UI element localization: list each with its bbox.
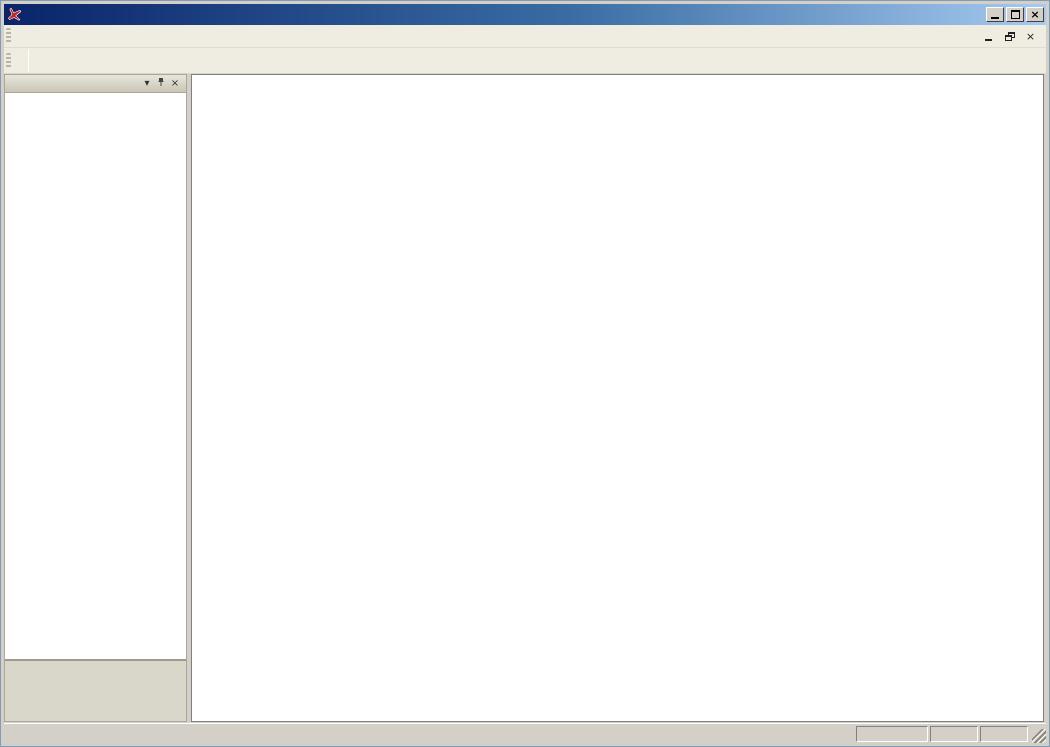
spectrum-chart-area (191, 74, 1044, 722)
toolbar (4, 48, 1046, 74)
resize-grip[interactable] (1032, 729, 1046, 743)
properties-panel-header: ▾ × (5, 75, 186, 93)
app-window: × × ▾ × (0, 0, 1050, 747)
mdi-minimize-button[interactable] (981, 30, 996, 43)
mdi-minimize-icon (985, 39, 992, 41)
close-button[interactable]: × (1026, 7, 1044, 22)
status-bar (4, 723, 1046, 743)
mdi-restore-icon (1005, 32, 1015, 41)
panel-close-button[interactable]: × (168, 78, 182, 89)
toolbar-grip[interactable] (6, 53, 11, 69)
pin-icon (156, 77, 166, 87)
maximize-icon (1011, 10, 1020, 19)
toolbar-overflow-button[interactable] (17, 49, 29, 72)
close-icon: × (1030, 9, 1039, 20)
maximize-button[interactable] (1006, 7, 1024, 22)
property-grid-empty-area (5, 93, 186, 659)
property-description (5, 659, 186, 721)
mdi-restore-button[interactable] (1002, 30, 1017, 43)
status-pane-2 (980, 726, 1028, 742)
mdi-window-buttons: × (981, 30, 1046, 43)
panel-pin-button[interactable] (154, 77, 168, 90)
waterfall-canvas[interactable] (192, 75, 1043, 722)
menubar-grip[interactable] (6, 28, 11, 44)
minimize-button[interactable] (986, 7, 1004, 22)
minimize-icon (991, 17, 999, 19)
status-num-indicator (930, 726, 978, 742)
mdi-close-button[interactable]: × (1023, 30, 1038, 43)
properties-panel: ▾ × (4, 74, 187, 722)
panel-menu-button[interactable]: ▾ (140, 78, 154, 89)
status-pane-1 (856, 726, 928, 742)
menu-bar: × (4, 25, 1046, 48)
aircraft-app-icon (6, 7, 23, 23)
title-bar: × (4, 4, 1046, 25)
